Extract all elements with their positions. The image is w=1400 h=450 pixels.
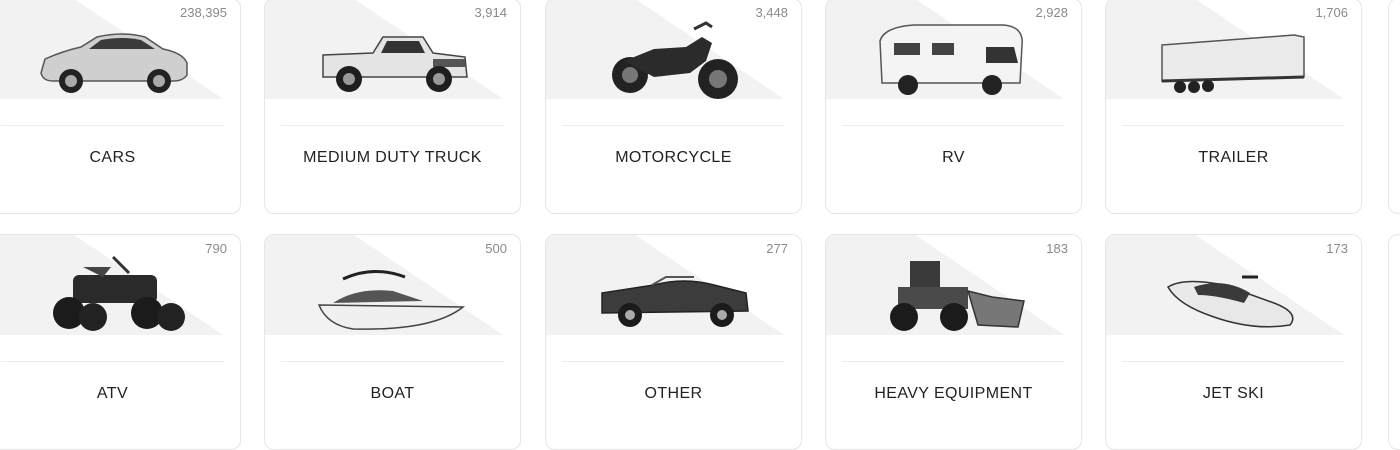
next-card-edge (1388, 234, 1400, 450)
rv-icon (879, 24, 1023, 95)
category-label: TRAILER (1198, 149, 1269, 166)
convertible-icon (601, 276, 749, 327)
category-card-medium-duty-truck[interactable]: 3,914 MEDIUM DUTY TRUCK (264, 0, 521, 214)
category-card-heavy-equipment[interactable]: 183 HEAVY EQUIPMENT (825, 234, 1082, 450)
card-divider (1, 125, 224, 126)
category-card-atv[interactable]: 790 ATV (0, 234, 241, 450)
card-divider (842, 125, 1065, 126)
listing-count: 3,448 (755, 5, 788, 20)
category-label: RV (942, 149, 965, 166)
category-card-cars[interactable]: 238,395 CARS (0, 0, 241, 214)
card-divider (1122, 125, 1345, 126)
card-divider (1, 361, 224, 362)
listing-count: 2,928 (1035, 5, 1068, 20)
category-label: MEDIUM DUTY TRUCK (303, 149, 482, 166)
category-label: JET SKI (1202, 385, 1265, 402)
motorcycle-icon (612, 21, 738, 99)
category-label: BOAT (370, 385, 415, 402)
pickup-truck-icon (322, 36, 468, 92)
car-icon (40, 33, 188, 93)
card-divider (562, 125, 785, 126)
listing-count: 277 (766, 241, 788, 256)
category-label: ATV (96, 385, 129, 402)
wheel-loader-icon (890, 261, 1025, 331)
category-label: OTHER (644, 385, 703, 402)
jet-ski-icon (1166, 275, 1294, 328)
card-divider (281, 361, 504, 362)
category-label: MOTORCYCLE (615, 149, 732, 166)
listing-count: 183 (1046, 241, 1068, 256)
boat-icon (317, 269, 466, 330)
category-card-trailer[interactable]: 1,706 TRAILER (1105, 0, 1362, 214)
next-card-edge (1388, 0, 1400, 214)
trailer-icon (1161, 34, 1305, 93)
card-divider (281, 125, 504, 126)
card-divider (1122, 361, 1345, 362)
category-card-boat[interactable]: 500 BOAT (264, 234, 521, 450)
category-label: HEAVY EQUIPMENT (874, 385, 1033, 402)
card-divider (842, 361, 1065, 362)
category-label: CARS (89, 149, 136, 166)
card-divider (562, 361, 785, 362)
category-card-jet-ski[interactable]: 173 JET SKI (1105, 234, 1362, 450)
category-card-rv[interactable]: 2,928 RV (825, 0, 1082, 214)
listing-count: 173 (1326, 241, 1348, 256)
listing-count: 1,706 (1315, 5, 1348, 20)
listing-count: 500 (485, 241, 507, 256)
category-card-other[interactable]: 277 OTHER (545, 234, 802, 450)
listing-count: 3,914 (474, 5, 507, 20)
listing-count: 790 (205, 241, 227, 256)
category-card-motorcycle[interactable]: 3,448 MOTORCYCLE (545, 0, 802, 214)
atv-icon (53, 255, 185, 331)
